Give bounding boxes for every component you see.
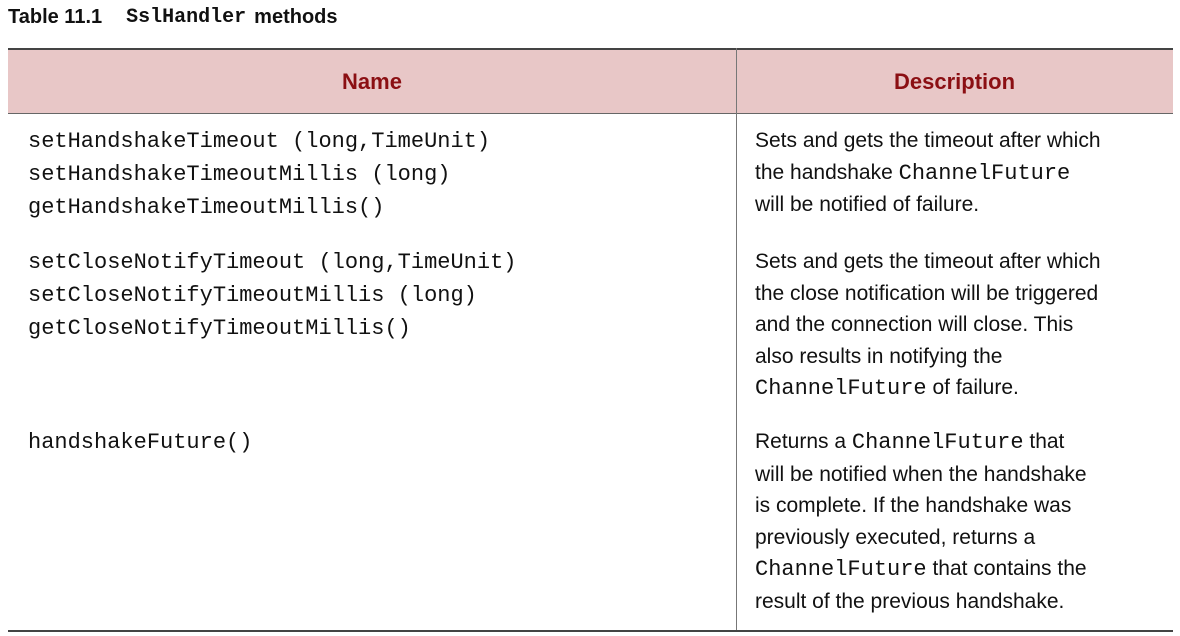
description-line: Returns a ChannelFuture that: [755, 426, 1165, 459]
description-text: result of the previous handshake.: [755, 589, 1065, 613]
description-text: of failure.: [926, 376, 1019, 399]
method-name: setHandshakeTimeout (long,TimeUnit): [28, 129, 491, 154]
method-list: setHandshakeTimeout (long,TimeUnit) setHa…: [28, 125, 728, 224]
code-term: ChannelFuture: [898, 160, 1071, 186]
description-line: will be notified of failure.: [755, 189, 1165, 221]
description-cell: Sets and gets the timeout after which the…: [755, 125, 1165, 221]
method-name: getHandshakeTimeoutMillis(): [28, 195, 385, 220]
description-text: Returns a: [755, 430, 852, 453]
description-line: the handshake ChannelFuture: [755, 157, 1165, 190]
description-text: is complete. If the handshake was: [755, 494, 1072, 517]
description-line: Sets and gets the timeout after which: [755, 125, 1165, 157]
method-list: handshakeFuture(): [28, 426, 728, 459]
description-cell: Sets and gets the timeout after which the…: [755, 246, 1165, 405]
header-name: Name: [342, 68, 402, 94]
code-term: ChannelFuture: [851, 430, 1024, 455]
description-line: will be notified when the handshake: [755, 459, 1165, 491]
method-list: setCloseNotifyTimeout (long,TimeUnit) set…: [28, 246, 728, 345]
methods-table: Name Description setHandshakeTimeout (lo…: [8, 48, 1173, 632]
table-bottom-rule: [8, 630, 1173, 632]
description-line: ChannelFuture that contains the: [755, 553, 1165, 586]
description-text: previously executed, returns a: [755, 525, 1036, 549]
description-text: that contains the: [926, 557, 1087, 580]
table-caption: Table 11.1 SslHandler methods: [8, 2, 338, 32]
table-header-row: Name Description: [8, 48, 1173, 114]
description-text: will be notified when the handshake: [755, 462, 1087, 486]
table-caption-suffix: methods: [254, 5, 338, 28]
column-divider: [736, 48, 737, 632]
header-description: Description: [893, 68, 1016, 94]
table-class-name: SslHandler: [126, 5, 247, 29]
description-line: is complete. If the handshake was: [755, 490, 1165, 522]
description-line: Sets and gets the timeout after which: [755, 246, 1165, 278]
code-term: ChannelFuture: [755, 376, 927, 401]
method-name: setCloseNotifyTimeout (long,TimeUnit): [28, 250, 517, 275]
description-text: the handshake: [755, 160, 899, 184]
description-text: Sets and gets the timeout after which: [755, 129, 1101, 152]
method-name: handshakeFuture(): [28, 430, 253, 455]
description-line: and the connection will close. This: [755, 309, 1165, 341]
description-text: also results in notifying the: [755, 344, 1003, 368]
description-line: result of the previous handshake.: [755, 586, 1165, 618]
method-name: setCloseNotifyTimeoutMillis (long): [28, 283, 477, 308]
method-name: setHandshakeTimeoutMillis (long): [28, 162, 451, 187]
description-text: Sets and gets the timeout after which: [755, 250, 1101, 273]
code-term: ChannelFuture: [755, 557, 927, 582]
description-cell: Returns a ChannelFuture that will be noti…: [755, 426, 1165, 617]
description-line: previously executed, returns a: [755, 522, 1165, 554]
description-text: the close notification will be triggered: [755, 281, 1099, 305]
description-text: will be notified of failure.: [755, 193, 980, 216]
description-text: that: [1023, 430, 1065, 453]
description-line: also results in notifying the: [755, 341, 1165, 373]
description-line: ChannelFuture of failure.: [755, 372, 1165, 405]
method-name: getCloseNotifyTimeoutMillis(): [28, 316, 411, 341]
description-text: and the connection will close. This: [755, 313, 1074, 336]
description-line: the close notification will be triggered: [755, 278, 1165, 310]
table-number: Table 11.1: [8, 5, 103, 28]
